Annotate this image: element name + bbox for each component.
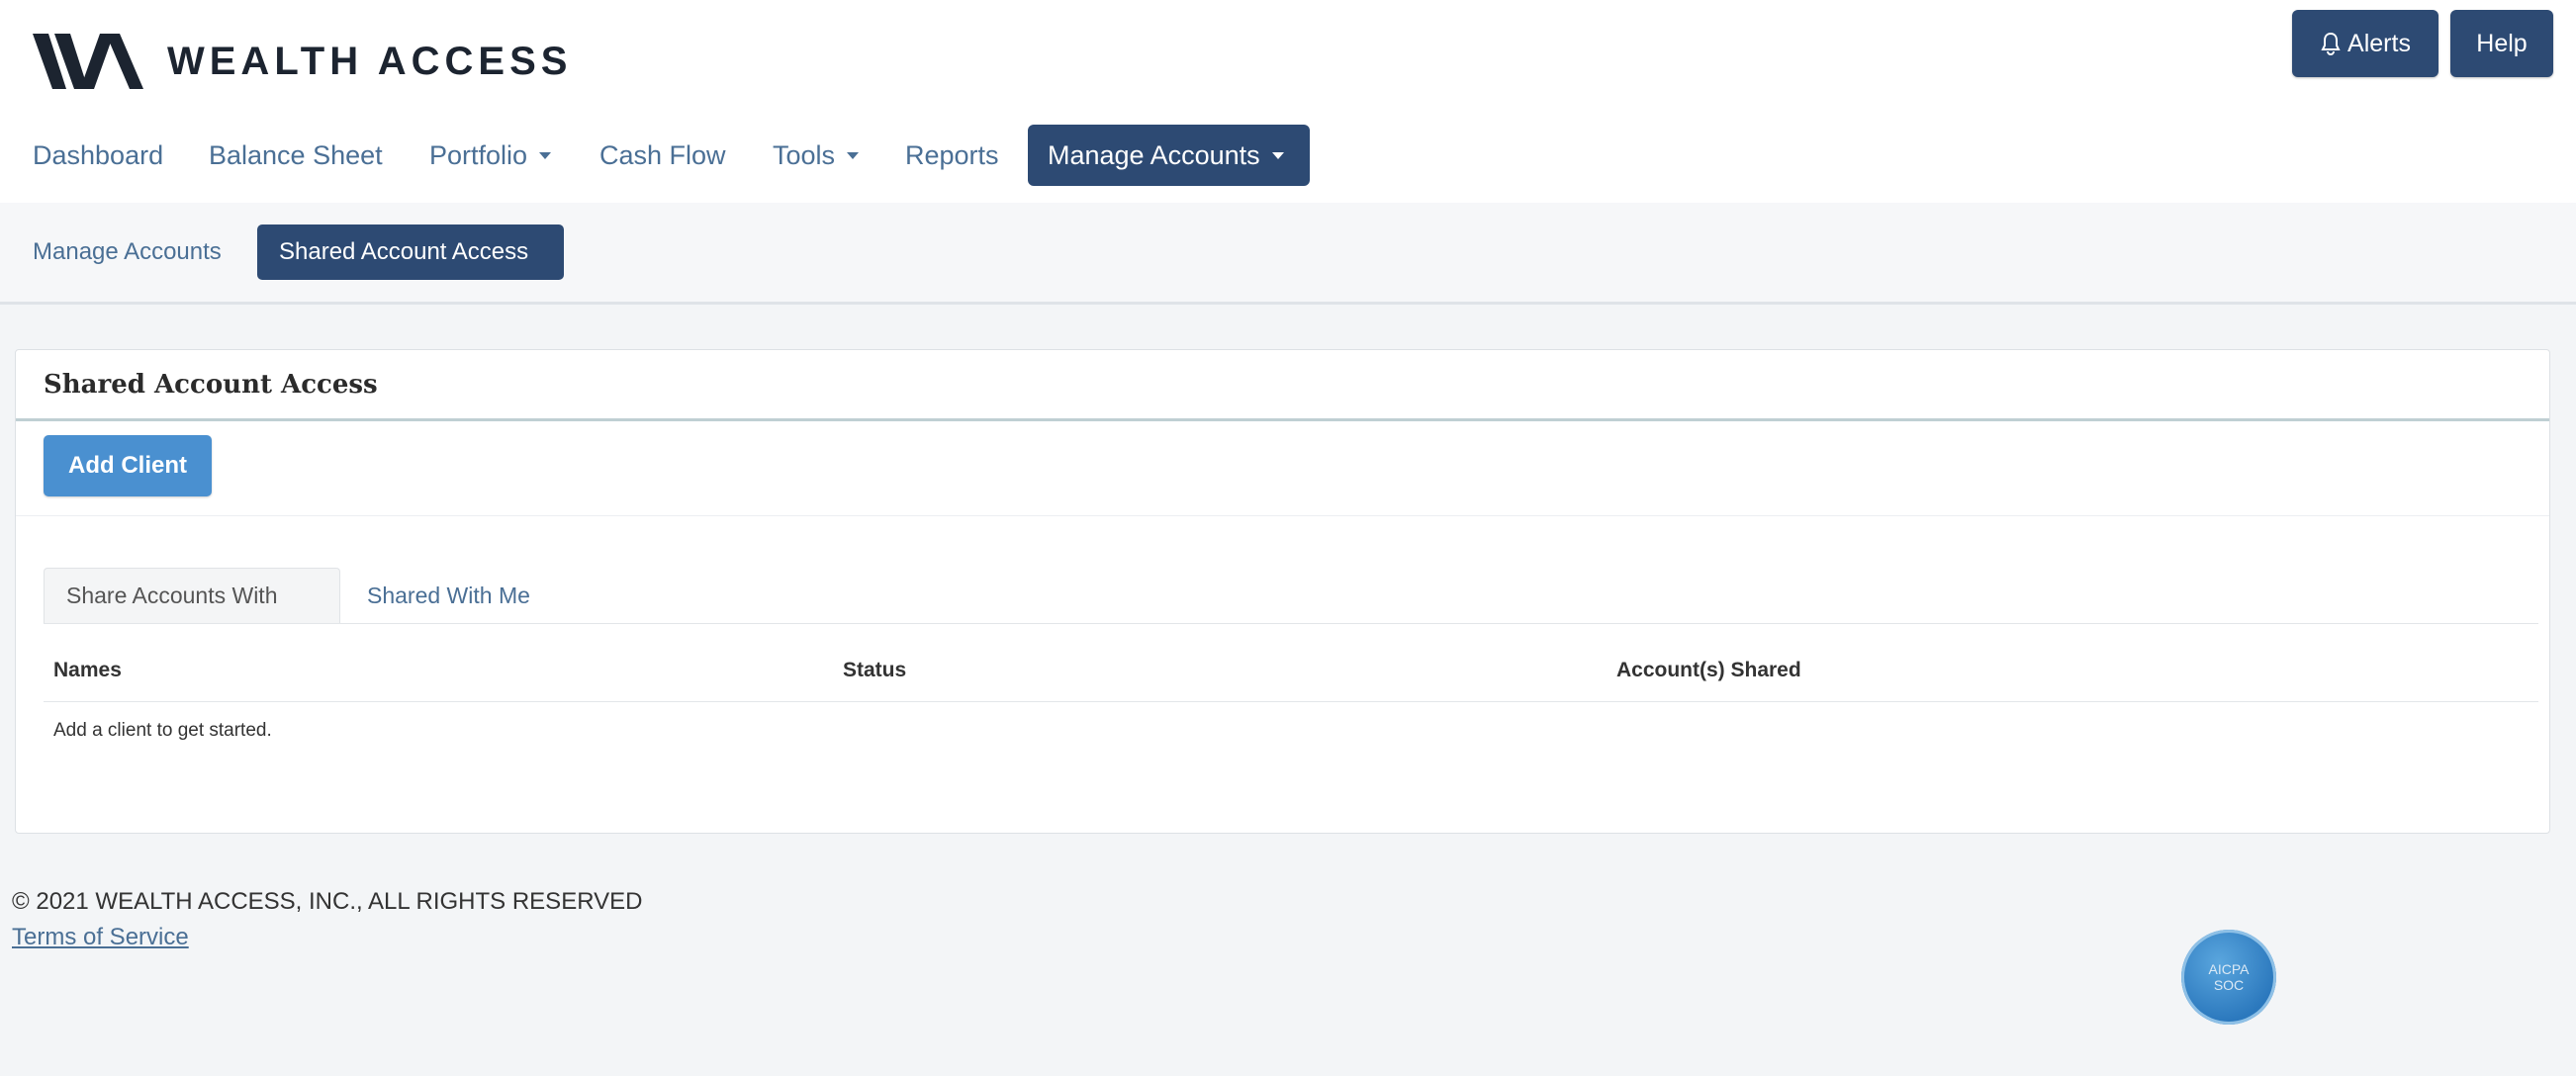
chevron-down-icon: [1271, 151, 1284, 159]
nav-balance-sheet[interactable]: Balance Sheet: [209, 125, 383, 186]
nav-label: Tools: [773, 139, 836, 170]
panel-header: Shared Account Access: [16, 350, 2549, 421]
subnav-manage-accounts[interactable]: Manage Accounts: [33, 224, 222, 280]
nav-label: Cash Flow: [599, 139, 726, 170]
wa-logo-icon: [33, 34, 143, 89]
nav-reports[interactable]: Reports: [905, 125, 999, 186]
nav-label: Manage Accounts: [1048, 139, 1260, 170]
column-names: Names: [53, 659, 122, 681]
app-header: WEALTH ACCESS Alerts Help Dashboard Bala…: [0, 0, 2576, 203]
nav-label: Dashboard: [33, 139, 164, 170]
brand-name: WEALTH ACCESS: [167, 39, 573, 83]
alerts-button[interactable]: Alerts: [2292, 10, 2438, 77]
subnav-shared-account-access[interactable]: Shared Account Access: [257, 224, 564, 280]
empty-table-message: Add a client to get started.: [53, 720, 272, 741]
terms-of-service-link[interactable]: Terms of Service: [12, 924, 189, 951]
nav-cash-flow[interactable]: Cash Flow: [599, 125, 726, 186]
column-accounts-shared: Account(s) Shared: [1616, 659, 1801, 681]
aicpa-soc-badge: AICPA SOC: [2181, 930, 2276, 1025]
tab-shared-with-me[interactable]: Shared With Me: [345, 568, 552, 623]
tab-bar: Share Accounts With Shared With Me: [44, 568, 2538, 624]
chevron-down-icon: [847, 151, 860, 159]
bell-icon: [2321, 32, 2341, 55]
nav-dashboard[interactable]: Dashboard: [33, 125, 163, 186]
badge-line-2: SOC: [2213, 977, 2245, 993]
nav-manage-accounts[interactable]: Manage Accounts: [1028, 125, 1310, 186]
brand-logo[interactable]: WEALTH ACCESS: [33, 26, 572, 97]
column-status: Status: [843, 659, 907, 681]
nav-label: Balance Sheet: [209, 139, 383, 170]
sub-nav: Manage Accounts Shared Account Access: [0, 203, 2576, 305]
add-client-button[interactable]: Add Client: [44, 435, 212, 496]
alerts-label: Alerts: [2347, 29, 2411, 57]
shared-access-panel: Shared Account Access Add Client Share A…: [15, 349, 2550, 834]
help-button[interactable]: Help: [2450, 10, 2553, 77]
panel-title: Shared Account Access: [44, 369, 378, 400]
nav-portfolio[interactable]: Portfolio: [429, 125, 552, 186]
copyright-text: © 2021 WEALTH ACCESS, INC., ALL RIGHTS R…: [12, 888, 643, 915]
main-nav: Dashboard Balance Sheet Portfolio Cash F…: [0, 125, 1385, 186]
action-row: Add Client: [16, 421, 2549, 516]
tab-share-accounts-with[interactable]: Share Accounts With: [44, 568, 340, 623]
chevron-down-icon: [539, 151, 552, 159]
table-header: Names Status Account(s) Shared: [44, 647, 2538, 702]
nav-label: Reports: [905, 139, 999, 170]
badge-line-1: AICPA: [2208, 961, 2250, 977]
nav-label: Portfolio: [429, 139, 528, 170]
nav-tools[interactable]: Tools: [773, 125, 860, 186]
